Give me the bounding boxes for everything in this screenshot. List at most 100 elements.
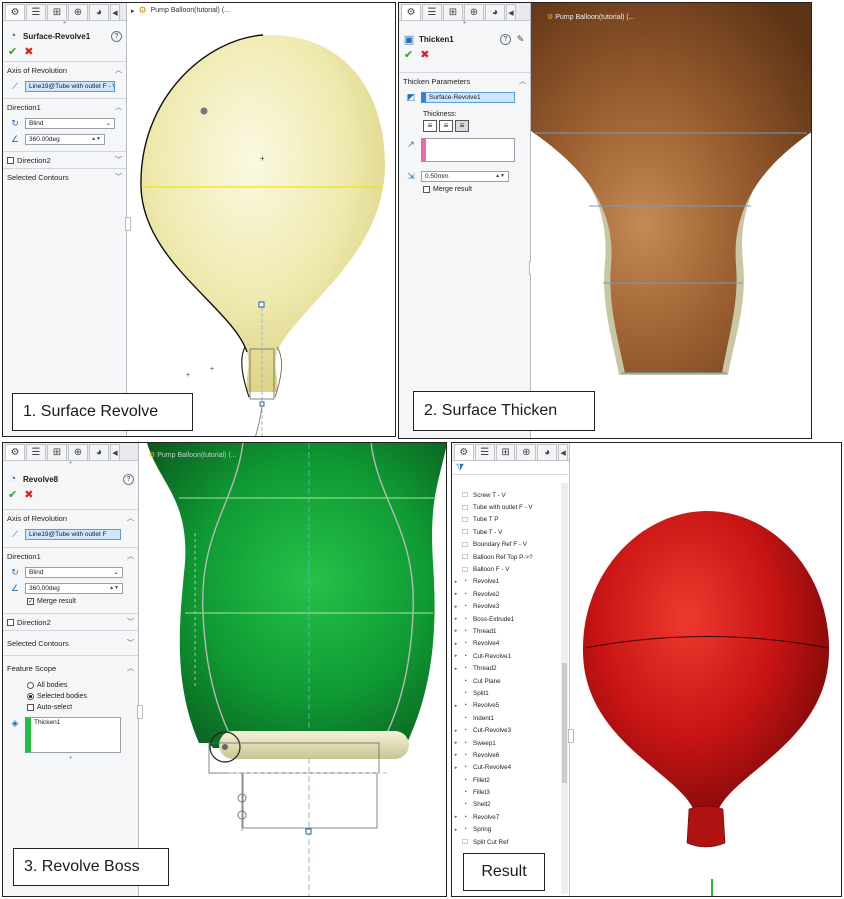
tree-expand-icon[interactable]: ▸ [452,740,460,746]
angle-field[interactable]: 360.00deg ▲▼ [25,582,123,594]
dimxpert-tab[interactable]: ⊕ [464,4,484,20]
surface-field[interactable]: Surface-Revolve1 [421,91,515,103]
tree-item[interactable]: ▸ ◔ Revolve3 [452,601,561,613]
tree-item[interactable]: ☐ Tube T - V [452,526,561,538]
cancel-button[interactable]: ✖ [24,45,33,58]
direction-field[interactable] [421,138,515,162]
tree-item[interactable]: ☐ Tube with outlet F - V [452,501,561,513]
contours-section-header[interactable]: Selected Contours ﹀ [3,168,126,185]
tree-item[interactable]: ☐ Balloon Ref Top P->? [452,551,561,563]
tree-item[interactable]: ◔ Fillet3 [452,786,561,798]
ok-button[interactable]: ✔ [8,45,17,58]
axis-field[interactable]: Line19@Tube with outlet F - V [25,80,115,92]
tree-scrollbar[interactable] [561,483,568,894]
axis-field[interactable]: Line19@Tube with outlet F [25,528,121,540]
tree-expand-icon[interactable]: ▸ [452,666,460,672]
tab-scroll-left[interactable]: ◀ [558,444,568,460]
display-manager-tab[interactable]: ◕ [89,444,109,460]
dimxpert-tab[interactable]: ⊕ [68,4,88,20]
filter-icon[interactable]: ⧩ [456,462,464,473]
tree-item[interactable]: ▸ ◔ Revolve2 [452,588,561,600]
tree-item[interactable]: ◔ Indent1 [452,712,561,724]
thicken-side1-button[interactable]: ≡ [423,120,437,132]
direction1-section-header[interactable]: Direction1 ︿ [3,547,138,564]
viewport-revolve-boss[interactable]: ⚙ Pump Balloon(tutorial) (... [139,443,447,897]
tree-item[interactable]: ▸ ◔ Thread1 [452,625,561,637]
tree-item[interactable]: ▸ ◔ Revolve7 [452,811,561,823]
tree-expand-icon[interactable]: ▸ [452,728,460,734]
feature-manager-tab[interactable]: ⚙ [5,444,25,460]
cancel-button[interactable]: ✖ [420,48,429,61]
reverse-direction-icon[interactable]: ↻ [9,117,21,129]
thicken-params-header[interactable]: Thicken Parameters ︿ [399,72,530,89]
direction2-checkbox[interactable] [7,618,14,626]
tree-item[interactable]: ◔ Cut Plane [452,675,561,687]
all-bodies-radio[interactable] [27,682,34,689]
tree-item[interactable]: ☐ Tube T P [452,514,561,526]
property-manager-tab[interactable]: ☰ [422,4,442,20]
direction2-section-header[interactable]: Direction2 ﹀ [3,613,138,630]
tree-item[interactable]: ▸ ◔ Spring [452,824,561,836]
tab-scroll-left[interactable]: ◀ [110,4,120,20]
viewport-surface-revolve[interactable]: + + + [127,17,396,437]
feature-manager-tab[interactable]: ⚙ [454,444,474,460]
cancel-button[interactable]: ✖ [24,488,33,501]
tree-expand-icon[interactable]: ▸ [452,641,460,647]
tree-expand-icon[interactable]: ▸ [452,591,460,597]
end-condition-select[interactable]: Blind ⌄ [25,117,115,129]
property-manager-tab[interactable]: ☰ [26,444,46,460]
tree-expand-icon[interactable]: ▸ [452,814,460,820]
angle-field[interactable]: 360.00deg ▲▼ [25,133,105,145]
tree-expand-icon[interactable]: ▸ [452,703,460,709]
breadcrumb[interactable]: ▸ ⚙ Pump Balloon(tutorial) (... [131,5,230,16]
tree-item[interactable]: ▸ ◔ Thread2 [452,662,561,674]
dimxpert-tab[interactable]: ⊕ [516,444,537,460]
config-manager-tab[interactable]: ⊞ [47,444,67,460]
tree-expand-icon[interactable]: ▸ [452,765,460,771]
viewport-result[interactable] [571,443,841,897]
auto-select-option[interactable]: Auto-select [3,702,138,713]
end-condition-select[interactable]: Blind ⌄ [25,566,123,578]
selected-bodies-radio[interactable] [27,693,34,700]
breadcrumb[interactable]: ⚙ Pump Balloon(tutorial) (... [149,451,237,459]
viewport-surface-thicken[interactable]: ⚙ Pump Balloon(tutorial) (... [531,3,812,439]
ok-button[interactable]: ✔ [404,48,413,61]
tree-item[interactable]: ▸ ◔ Cut-Revolve3 [452,724,561,736]
display-manager-tab[interactable]: ◕ [485,4,505,20]
tree-expand-icon[interactable]: ▸ [452,653,460,659]
selected-bodies-option[interactable]: Selected bodies [3,691,138,702]
tree-item[interactable]: ☐ Boundary Ref F - V [452,539,561,551]
config-manager-tab[interactable]: ⊞ [495,444,516,460]
tree-item[interactable]: ▸ ◔ Revolve4 [452,638,561,650]
contours-section-header[interactable]: Selected Contours ﹀ [3,630,138,655]
tree-item[interactable]: ◔ Fillet2 [452,774,561,786]
display-manager-tab[interactable]: ◕ [89,4,109,20]
tree-expand-icon[interactable]: ▸ [452,616,460,622]
feature-manager-tab[interactable]: ⚙ [401,4,421,20]
axis-section-header[interactable]: Axis of Revolution ︿ [3,509,138,526]
tree-expand-icon[interactable]: ▸ [452,628,460,634]
spin-icon[interactable]: ▲▼ [109,584,119,593]
all-bodies-option[interactable]: All bodies [3,680,138,691]
tree-item[interactable]: ▸ ◔ Revolve1 [452,576,561,588]
property-manager-tab[interactable]: ☰ [26,4,46,20]
breadcrumb[interactable]: ⚙ Pump Balloon(tutorial) (... [547,13,635,21]
tree-item[interactable]: ☐ Screw T - V [452,489,561,501]
config-manager-tab[interactable]: ⊞ [443,4,463,20]
spin-icon[interactable]: ▲▼ [91,135,101,144]
axis-section-header[interactable]: Axis of Revolution ︿ [3,61,126,78]
display-manager-tab[interactable]: ◕ [537,444,558,460]
reverse-direction-icon[interactable]: ↻ [9,566,21,578]
tree-item[interactable]: ☐ Balloon F - V [452,563,561,575]
help-button[interactable]: ? [123,473,134,485]
feature-manager-tab[interactable]: ⚙ [5,4,25,20]
pin-icon[interactable]: ✎ [515,34,526,45]
scrollbar-thumb[interactable] [562,663,567,783]
tab-scroll-left[interactable]: ◀ [110,444,120,460]
thicken-both-button[interactable]: ≡ [439,120,453,132]
merge-result-option[interactable]: Merge result [399,184,530,195]
tree-item[interactable]: ▸ ◔ Boss-Extrude1 [452,613,561,625]
direction2-checkbox[interactable] [7,156,14,164]
ok-button[interactable]: ✔ [8,488,17,501]
body-item[interactable]: Thicken1 [34,719,60,726]
